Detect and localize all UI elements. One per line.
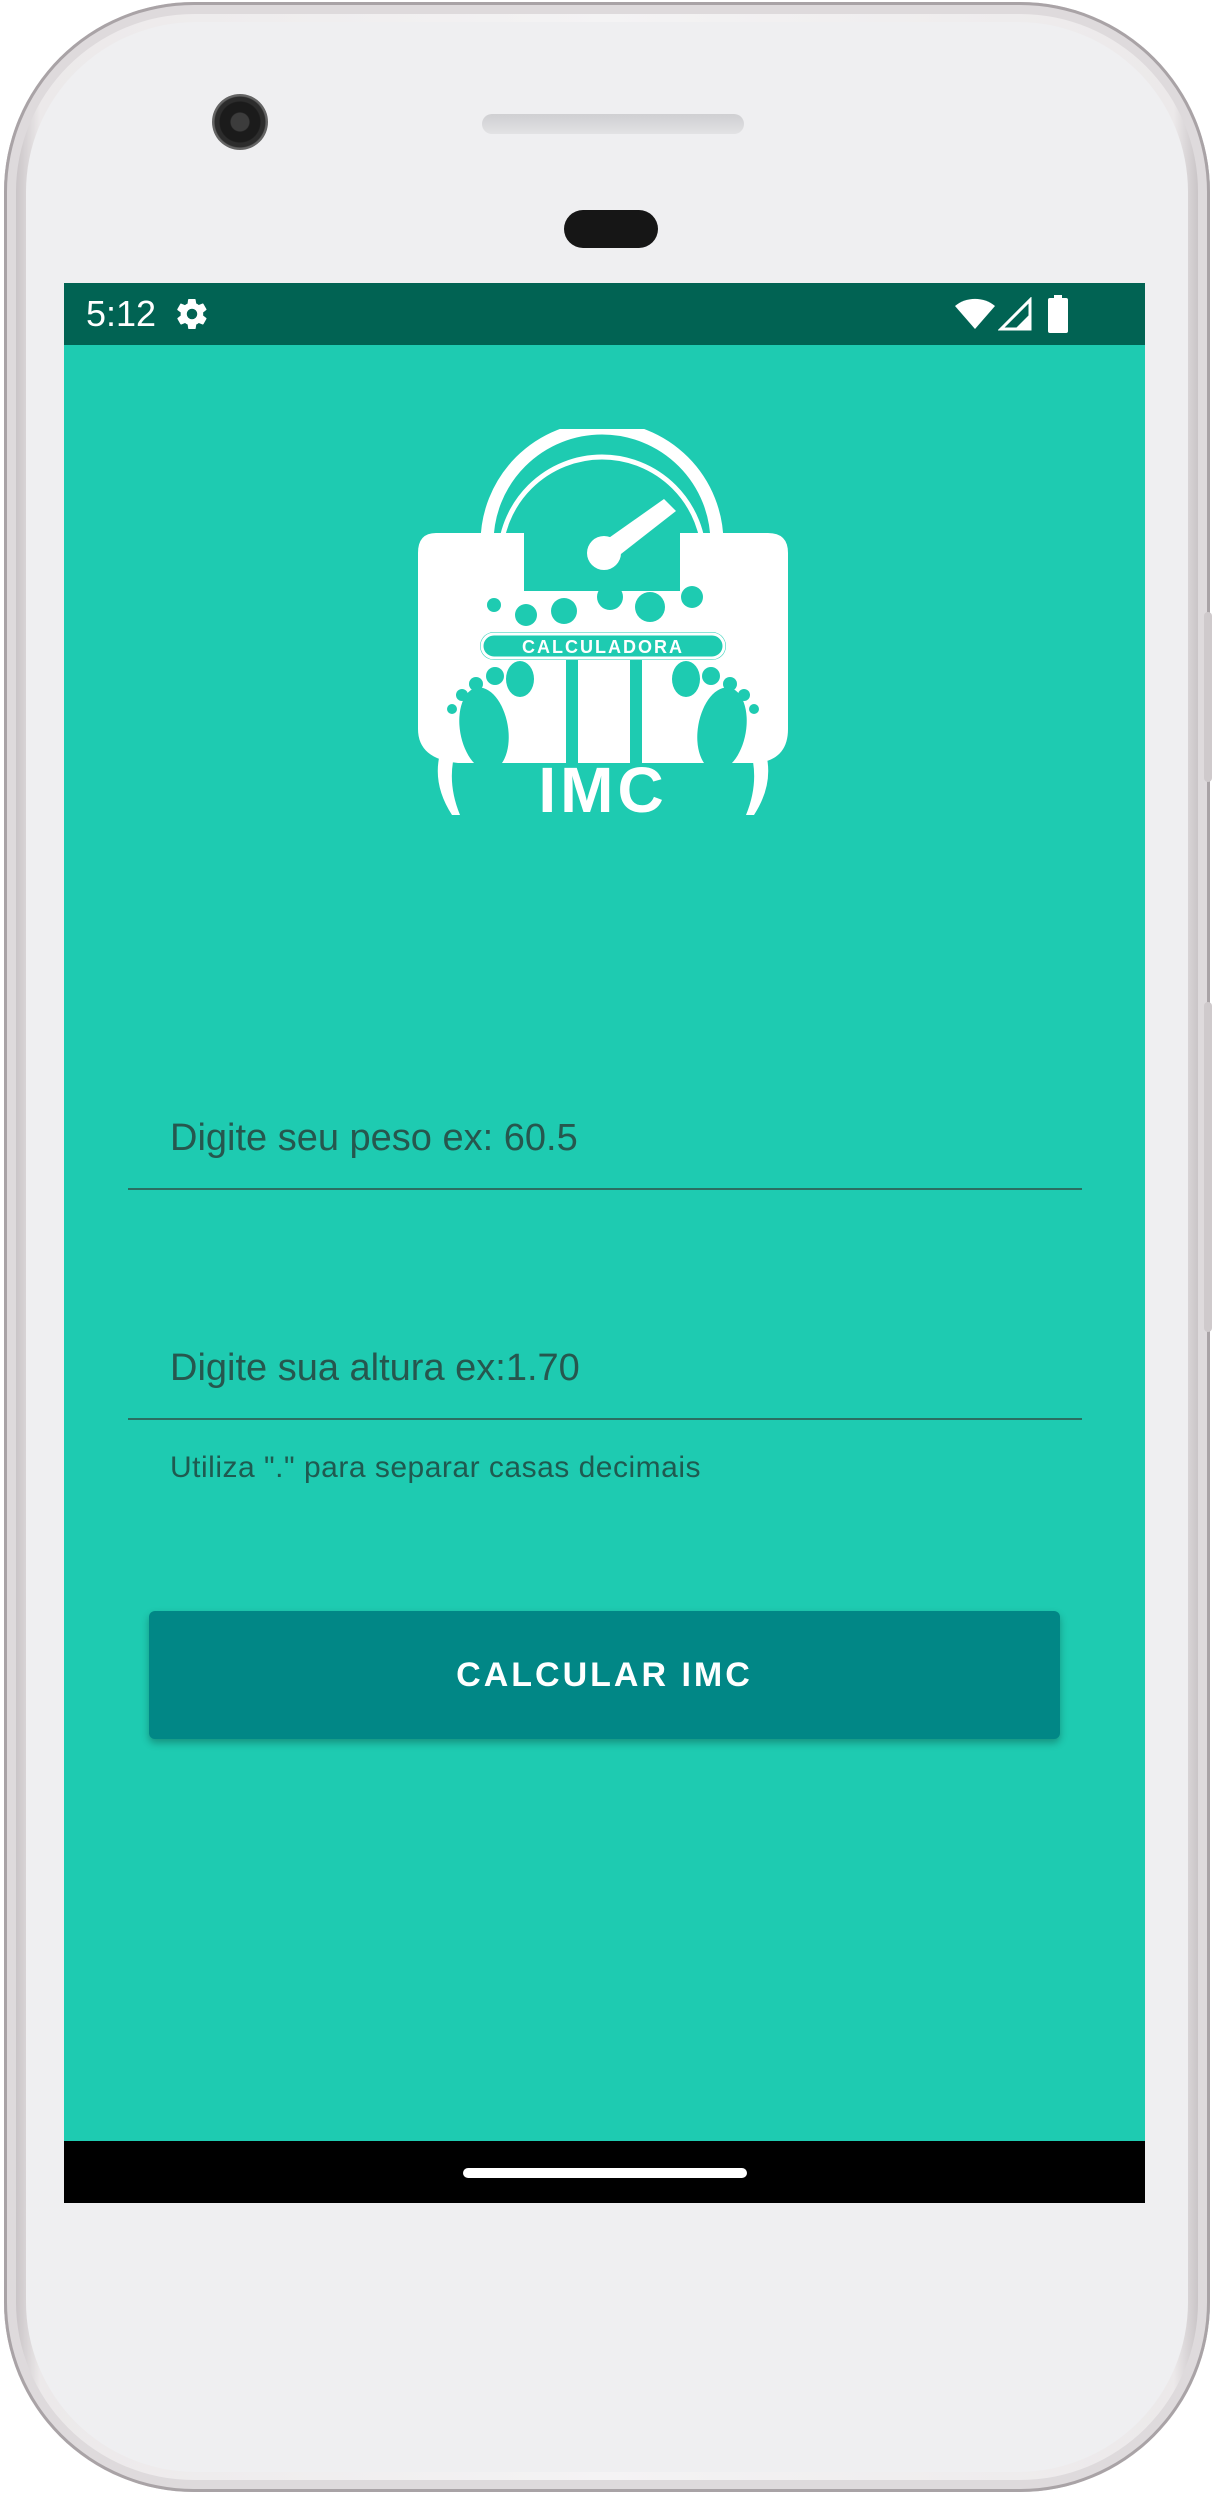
logo-subtitle: CALCULADORA — [522, 637, 684, 657]
wifi-icon — [955, 298, 995, 329]
front-camera — [212, 94, 268, 150]
earpiece — [564, 210, 658, 248]
volume-key — [1204, 1002, 1212, 1332]
weight-input[interactable] — [170, 1117, 1050, 1160]
battery-icon — [1048, 295, 1068, 333]
helper-text: Utiliza "." para separar casas decimais — [170, 1451, 701, 1484]
app-screen: 5:12 CALCULADORA IMC Digite seu peso ex:… — [64, 283, 1145, 2203]
imc-calculator-logo: CALCULADORA IMC — [418, 429, 788, 815]
logo-title: IMC — [538, 754, 667, 815]
top-speaker — [482, 114, 744, 134]
height-field — [128, 1298, 1082, 1420]
signal-icon — [998, 297, 1032, 331]
weight-field — [128, 1068, 1082, 1190]
status-time: 5:12 — [86, 293, 157, 334]
home-gesture-handle[interactable] — [463, 2168, 747, 2178]
status-bar: 5:12 — [64, 283, 1145, 345]
navigation-bar — [64, 2141, 1145, 2203]
calculate-imc-button[interactable]: CALCULAR IMC — [149, 1611, 1060, 1739]
gear-icon — [177, 298, 207, 330]
height-input[interactable] — [170, 1347, 1050, 1390]
power-key — [1204, 612, 1212, 782]
